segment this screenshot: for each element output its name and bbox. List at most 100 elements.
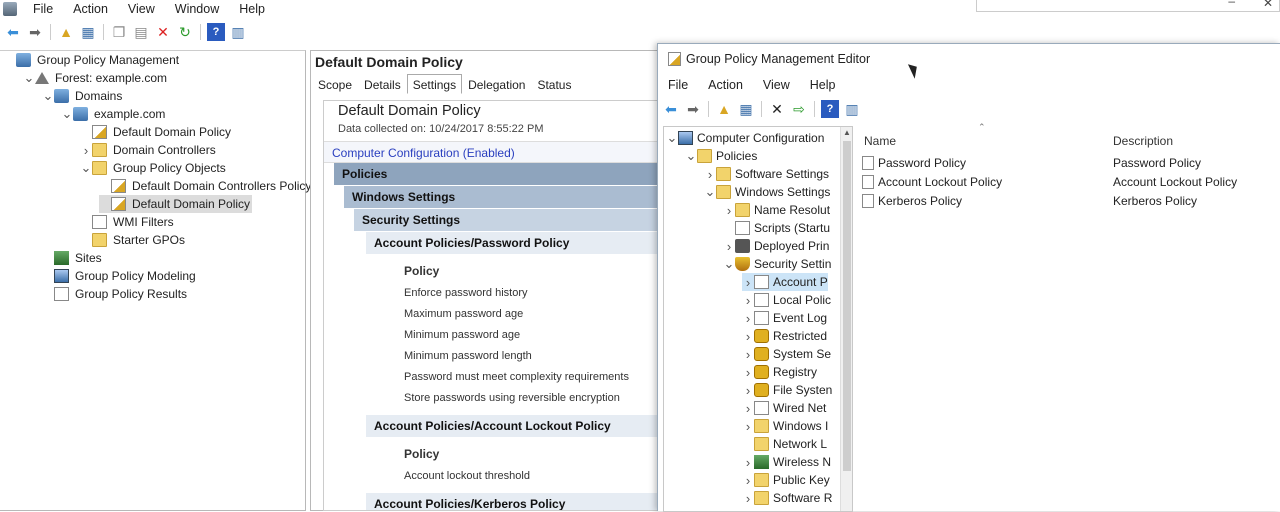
editor-tree-item[interactable]: › Public Key — [742, 471, 830, 489]
chevron-down-icon[interactable]: ⌄ — [704, 184, 716, 200]
editor-tree-item[interactable]: › Software Settings — [704, 165, 829, 183]
chevron-down-icon[interactable]: ⌄ — [666, 130, 678, 146]
tab-settings[interactable]: Settings — [406, 74, 463, 94]
menu-view[interactable]: View — [118, 2, 165, 16]
chevron-right-icon[interactable]: › — [704, 167, 716, 182]
chevron-right-icon[interactable]: › — [742, 455, 754, 470]
chevron-right-icon[interactable]: › — [723, 203, 735, 218]
chevron-down-icon[interactable]: ⌄ — [61, 106, 73, 122]
tree-item[interactable]: Default Domain Policy — [80, 123, 233, 141]
minimize-icon[interactable]: – — [1228, 0, 1235, 8]
editor-back-arrow-icon[interactable]: ⬅ — [662, 100, 680, 118]
chevron-right-icon[interactable]: › — [742, 383, 754, 398]
editor-tree-item[interactable]: › Name Resolut — [723, 201, 830, 219]
editor-tree-item[interactable]: › Account P — [742, 273, 828, 291]
chevron-down-icon[interactable]: ⌄ — [23, 70, 35, 86]
chevron-down-icon[interactable]: ⌄ — [723, 256, 735, 272]
scrollbar-thumb[interactable] — [843, 141, 851, 471]
chevron-right-icon[interactable]: › — [742, 401, 754, 416]
tree-item[interactable]: ⌄ Forest: example.com — [23, 69, 169, 87]
chevron-right-icon[interactable]: › — [742, 311, 754, 326]
band-windows-settings[interactable]: Windows Settings — [344, 186, 657, 208]
chevron-right-icon[interactable]: › — [742, 275, 754, 290]
tab-delegation[interactable]: Delegation — [462, 74, 531, 94]
editor-menu-help[interactable]: Help — [800, 78, 846, 92]
editor-tree-item[interactable]: › Windows I — [742, 417, 829, 435]
back-arrow-icon[interactable]: ⬅ — [4, 23, 22, 41]
tab-scope[interactable]: Scope — [312, 74, 358, 94]
tree-item[interactable]: ⌄ Domains — [42, 87, 124, 105]
editor-tree-item[interactable]: ⌄ Policies — [685, 147, 757, 165]
properties-icon[interactable]: ▥ — [229, 23, 247, 41]
band-kerberos-policy[interactable]: Account Policies/Kerberos Policy — [366, 493, 657, 510]
chevron-right-icon[interactable]: › — [742, 473, 754, 488]
chevron-down-icon[interactable]: ⌄ — [685, 148, 697, 164]
editor-export-icon[interactable]: ⇨ — [790, 100, 808, 118]
chevron-right-icon[interactable]: › — [742, 293, 754, 308]
editor-tree-item[interactable]: › Local Polic — [742, 291, 831, 309]
tree-item[interactable]: Default Domain Policy — [99, 195, 253, 213]
editor-tree-item[interactable]: › Software R — [742, 489, 833, 507]
editor-menu-action[interactable]: Action — [698, 78, 753, 92]
tree-item[interactable]: ⌄ example.com — [61, 105, 167, 123]
copy-icon[interactable]: ❐ — [110, 23, 128, 41]
tab-details[interactable]: Details — [358, 74, 407, 94]
editor-tree-item[interactable]: ⌄ Computer Configuration — [666, 129, 824, 147]
policy-list-row[interactable]: Kerberos Policy — [862, 192, 962, 210]
editor-properties-icon[interactable]: ▥ — [843, 100, 861, 118]
menu-window[interactable]: Window — [165, 2, 229, 16]
chevron-right-icon[interactable]: › — [742, 365, 754, 380]
scroll-up-icon[interactable]: ▲ — [843, 128, 851, 137]
chevron-down-icon[interactable]: ⌄ — [80, 160, 92, 176]
editor-tree-item[interactable]: › Registry — [742, 363, 817, 381]
close-icon[interactable]: ✕ — [1263, 0, 1273, 10]
refresh-icon[interactable]: ↻ — [176, 23, 194, 41]
band-policies[interactable]: Policies — [334, 163, 657, 185]
policy-list-row[interactable]: Password Policy — [862, 154, 966, 172]
tree-item[interactable]: WMI Filters — [80, 213, 176, 231]
delete-icon[interactable]: ✕ — [154, 23, 172, 41]
band-password-policy[interactable]: Account Policies/Password Policy — [366, 232, 657, 254]
chevron-down-icon[interactable]: ⌄ — [42, 88, 54, 104]
up-folder-icon[interactable]: ▲ — [57, 23, 75, 41]
editor-menu-view[interactable]: View — [753, 78, 800, 92]
editor-forward-arrow-icon[interactable]: ➡ — [684, 100, 702, 118]
editor-tree-item[interactable]: › Wireless N — [742, 453, 831, 471]
editor-menu-file[interactable]: File — [658, 78, 698, 92]
chevron-right-icon[interactable]: › — [723, 239, 735, 254]
tree-item[interactable]: Default Domain Controllers Policy — [99, 177, 313, 195]
paste-icon[interactable]: ▤ — [132, 23, 150, 41]
tab-status[interactable]: Status — [531, 74, 577, 94]
chevron-right-icon[interactable]: › — [742, 419, 754, 434]
column-header-name[interactable]: Name — [864, 134, 896, 148]
tree-item[interactable]: › Domain Controllers — [80, 141, 218, 159]
menu-help[interactable]: Help — [229, 2, 275, 16]
tree-item[interactable]: Starter GPOs — [80, 231, 187, 249]
chevron-right-icon[interactable]: › — [80, 143, 92, 158]
editor-tree-item[interactable]: Network L — [742, 435, 827, 453]
editor-up-folder-icon[interactable]: ▲ — [715, 100, 733, 118]
editor-tree-item[interactable]: › Deployed Prin — [723, 237, 830, 255]
editor-show-hide-tree-icon[interactable]: ▦ — [737, 100, 755, 118]
forward-arrow-icon[interactable]: ➡ — [26, 23, 44, 41]
editor-tree-item[interactable]: › Restricted — [742, 327, 827, 345]
band-security-settings[interactable]: Security Settings — [354, 209, 657, 231]
tree-item[interactable]: Group Policy Modeling — [42, 267, 198, 285]
computer-configuration-header[interactable]: Computer Configuration (Enabled) — [324, 141, 657, 163]
editor-tree-item[interactable]: Scripts (Startu — [723, 219, 830, 237]
tree-item[interactable]: Group Policy Management — [4, 51, 181, 69]
help-icon[interactable]: ? — [207, 23, 225, 41]
chevron-right-icon[interactable]: › — [742, 329, 754, 344]
editor-delete-icon[interactable]: ✕ — [768, 100, 786, 118]
band-account-lockout-policy[interactable]: Account Policies/Account Lockout Policy — [366, 415, 657, 437]
editor-tree-item[interactable]: › System Se — [742, 345, 831, 363]
editor-tree-scrollbar[interactable]: ▲ — [840, 127, 852, 511]
editor-tree-item[interactable]: › File Systen — [742, 381, 833, 399]
editor-tree-item[interactable]: ⌄ Windows Settings — [704, 183, 830, 201]
editor-tree-item[interactable]: › Event Log — [742, 309, 827, 327]
chevron-right-icon[interactable]: › — [742, 491, 754, 506]
tree-item[interactable]: Sites — [42, 249, 104, 267]
show-hide-tree-icon[interactable]: ▦ — [79, 23, 97, 41]
menu-file[interactable]: File — [23, 2, 63, 16]
policy-list-row[interactable]: Account Lockout Policy — [862, 173, 1002, 191]
